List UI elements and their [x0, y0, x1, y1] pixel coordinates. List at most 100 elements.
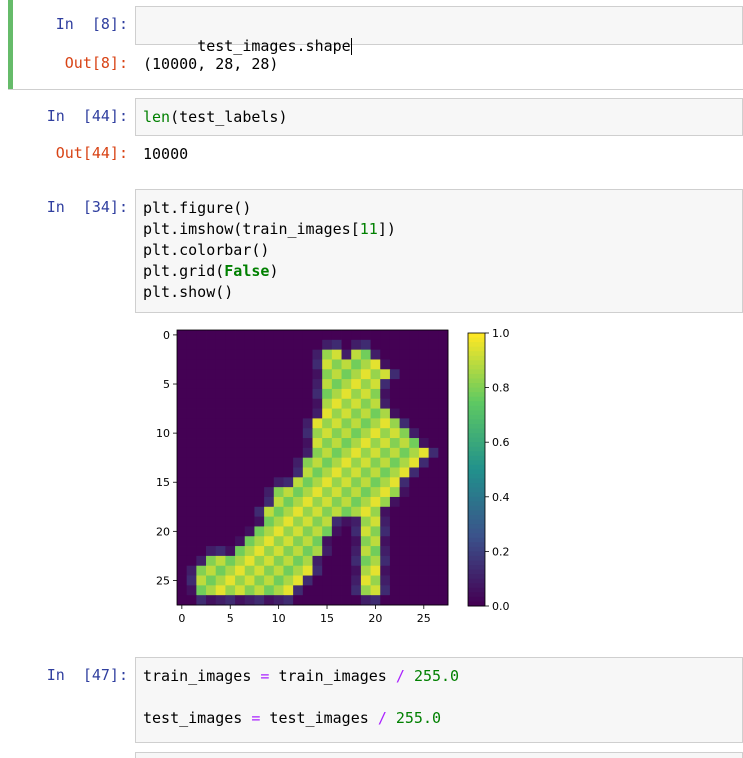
heatmap-pixel	[418, 388, 430, 400]
heatmap-pixel	[177, 349, 188, 360]
heatmap-pixel	[225, 359, 236, 370]
colorbar-segment	[468, 346, 485, 352]
heatmap-pixel	[351, 477, 362, 488]
heatmap-pixel	[389, 330, 401, 341]
heatmap-pixel	[399, 467, 410, 478]
builtin-len: len	[143, 108, 171, 126]
heatmap-pixel	[196, 379, 207, 390]
heatmap-pixel	[302, 339, 313, 351]
heatmap-pixel	[341, 447, 352, 459]
heatmap-pixel	[322, 457, 333, 468]
heatmap-pixel	[244, 349, 255, 360]
heatmap-pixel	[235, 339, 246, 351]
colorbar-segment	[468, 405, 485, 411]
heatmap-pixel	[235, 428, 246, 439]
heatmap-pixel	[341, 565, 352, 576]
heatmap-pixel	[351, 398, 362, 409]
heatmap-pixel	[206, 339, 217, 351]
heatmap-pixel	[225, 408, 236, 419]
heatmap-pixel	[177, 379, 188, 390]
colorbar-tick-label: 0.4	[492, 491, 510, 504]
heatmap-pixel	[283, 398, 294, 409]
heatmap-pixel	[409, 536, 420, 547]
heatmap-pixel	[399, 516, 410, 527]
heatmap-pixel	[418, 555, 430, 567]
heatmap-pixel	[428, 536, 439, 547]
heatmap-pixel	[312, 506, 323, 518]
heatmap-pixel	[380, 379, 391, 390]
heatmap-pixel	[264, 536, 275, 547]
heatmap-pixel	[341, 359, 352, 370]
heatmap-pixel	[312, 467, 323, 478]
heatmap-pixel	[293, 585, 304, 596]
x-tick-label: 20	[368, 612, 382, 625]
heatmap-pixel	[196, 388, 207, 400]
heatmap-pixel	[341, 330, 352, 341]
heatmap-pixel	[273, 595, 284, 606]
heatmap-pixel	[428, 595, 439, 606]
heatmap-pixel	[322, 398, 333, 409]
heatmap-pixel	[409, 428, 420, 439]
heatmap-pixel	[206, 487, 217, 498]
code-input[interactable]: test_images.shape	[135, 6, 743, 55]
heatmap-pixel	[302, 359, 313, 370]
heatmap-pixel	[215, 595, 226, 606]
colorbar-segment	[468, 396, 485, 402]
heatmap-pixel	[273, 457, 284, 468]
heatmap-pixel	[244, 457, 255, 468]
cell-44[interactable]: In [44]: len(test_labels) Out[44]: 10000	[0, 96, 743, 176]
heatmap-pixel	[177, 575, 188, 586]
heatmap-pixel	[322, 536, 333, 547]
heatmap-pixel	[370, 388, 381, 400]
heatmap-pixel	[351, 330, 362, 341]
heatmap-pixel	[389, 369, 401, 380]
heatmap-pixel	[438, 398, 449, 409]
heatmap-pixel	[360, 595, 371, 606]
heatmap-pixel	[438, 467, 449, 478]
colorbar-segment	[468, 378, 485, 384]
heatmap-pixel	[283, 536, 294, 547]
heatmap-pixel	[254, 565, 265, 576]
heatmap-pixel	[331, 398, 342, 409]
heatmap-pixel	[331, 457, 342, 468]
heatmap-pixel	[322, 585, 333, 596]
code-input[interactable]: plt.figure() plt.imshow(train_images[11]…	[135, 189, 743, 313]
heatmap-pixel	[177, 467, 188, 478]
heatmap-pixel	[235, 536, 246, 547]
heatmap-pixel	[418, 565, 430, 576]
heatmap-pixel	[254, 477, 265, 488]
cell-8[interactable]: In [8]: test_images.shape Out[8]: (10000…	[0, 0, 743, 90]
heatmap-pixel	[399, 369, 410, 380]
heatmap-pixel	[177, 546, 188, 557]
heatmap-pixel	[322, 428, 333, 439]
heatmap-pixel	[254, 349, 265, 360]
code-input[interactable]: train_images = train_images / 255.0 test…	[135, 657, 743, 743]
heatmap-pixel	[428, 388, 439, 400]
heatmap-pixel	[186, 536, 197, 547]
heatmap-pixel	[302, 516, 313, 527]
heatmap-pixel	[428, 359, 439, 370]
heatmap-pixel	[206, 447, 217, 459]
heatmap-pixel	[293, 349, 304, 360]
heatmap-pixel	[293, 516, 304, 527]
heatmap-pixel	[283, 555, 294, 567]
code-input[interactable]: len(test_labels)	[135, 98, 743, 136]
heatmap-pixel	[331, 447, 342, 459]
heatmap-pixel	[370, 330, 381, 341]
heatmap-pixel	[196, 447, 207, 459]
heatmap-pixel	[215, 565, 226, 576]
heatmap-pixel	[322, 339, 333, 351]
heatmap-pixel	[380, 388, 391, 400]
heatmap-pixel	[399, 546, 410, 557]
colorbar-segment	[468, 364, 485, 370]
cell-47[interactable]: In [47]: train_images = train_images / 2…	[0, 655, 743, 757]
heatmap-pixel	[254, 447, 265, 459]
heatmap-pixel	[399, 438, 410, 449]
heatmap-pixel	[360, 526, 371, 537]
heatmap-pixel	[235, 565, 246, 576]
heatmap-pixel	[196, 526, 207, 537]
heatmap-pixel	[264, 438, 275, 449]
heatmap-pixel	[273, 369, 284, 380]
heatmap-pixel	[370, 379, 381, 390]
heatmap-pixel	[351, 595, 362, 606]
